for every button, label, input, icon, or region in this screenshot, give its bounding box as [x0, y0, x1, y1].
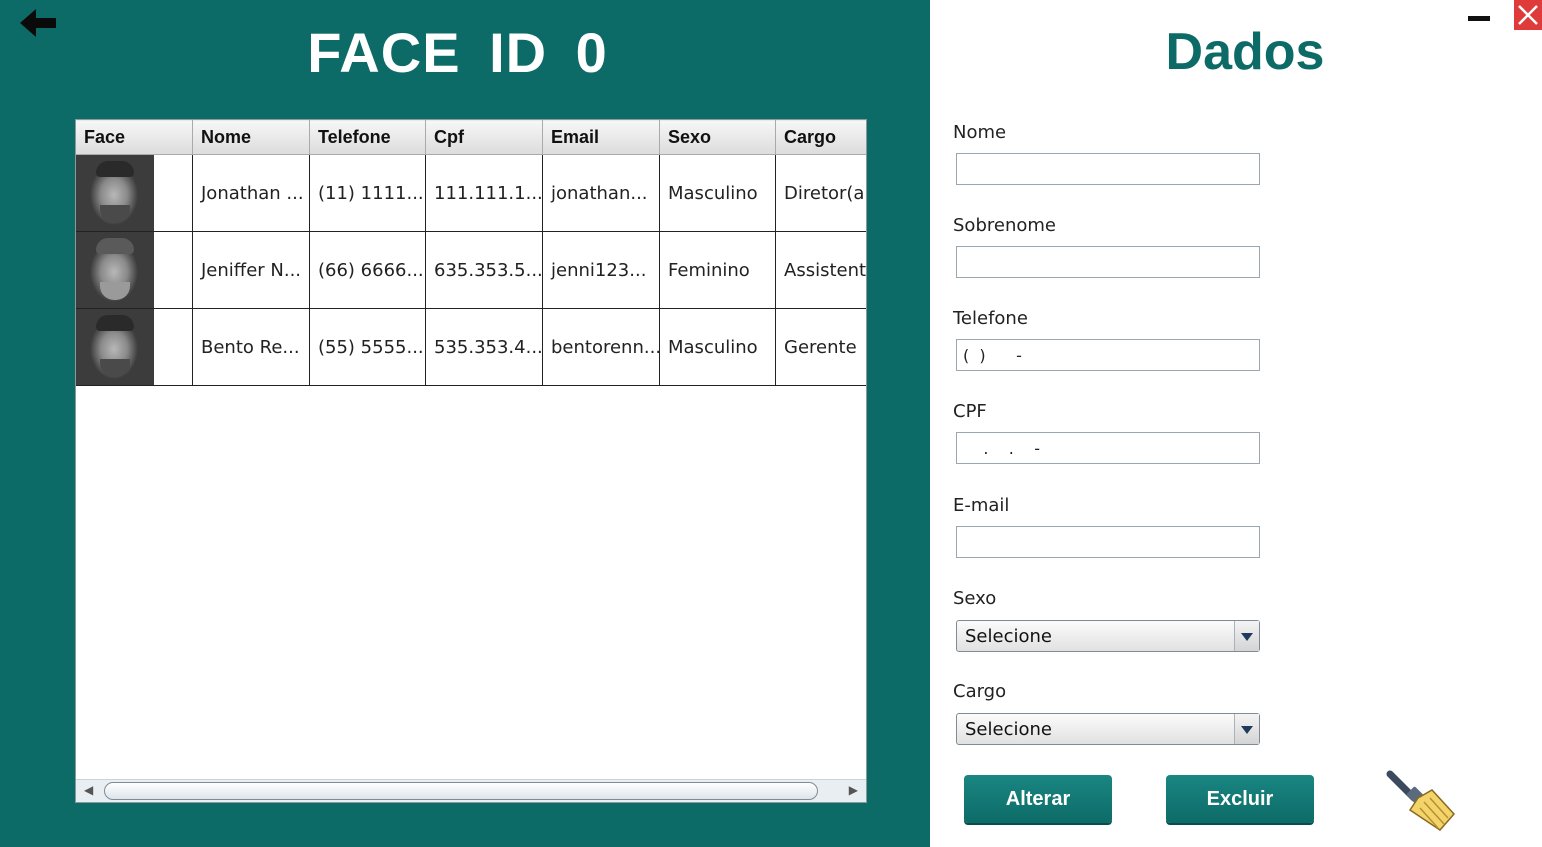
broom-icon[interactable] — [1384, 768, 1458, 832]
users-table[interactable]: Face Nome Telefone Cpf Email Sexo Cargo … — [75, 119, 867, 803]
cell-nome: Jonathan ... — [192, 154, 310, 232]
cell-cpf: 111.111.1... — [425, 154, 543, 232]
cell-cpf: 635.353.5... — [425, 231, 543, 309]
label-nome: Nome — [953, 122, 1007, 143]
close-icon[interactable] — [1514, 0, 1542, 30]
label-cpf: CPF — [953, 401, 987, 422]
column-header-cpf[interactable]: Cpf — [425, 120, 543, 155]
scroll-right-icon[interactable]: ▶ — [849, 783, 858, 797]
cell-nome: Bento Re... — [192, 308, 310, 386]
telefone-input[interactable] — [956, 339, 1260, 371]
column-header-sexo[interactable]: Sexo — [659, 120, 776, 155]
email-input[interactable] — [956, 526, 1260, 558]
cell-telefone: (55) 5555... — [309, 308, 426, 386]
cell-cargo: Assistente — [775, 231, 866, 309]
column-header-telefone[interactable]: Telefone — [309, 120, 426, 155]
face-cell — [76, 154, 193, 232]
cell-sexo: Feminino — [659, 231, 776, 309]
sexo-selected-value: Selecione — [965, 626, 1052, 647]
cell-cargo: Diretor(a) — [775, 154, 866, 232]
cell-nome: Jeniffer N... — [192, 231, 310, 309]
cell-cpf: 535.353.4... — [425, 308, 543, 386]
chevron-down-icon[interactable] — [1234, 714, 1259, 744]
cell-telefone: (66) 6666... — [309, 231, 426, 309]
chevron-down-icon[interactable] — [1234, 621, 1259, 651]
label-telefone: Telefone — [953, 308, 1028, 329]
scrollbar-thumb[interactable] — [104, 782, 818, 800]
face-cell — [76, 231, 193, 309]
left-panel: FACE ID 0 Face Nome Telefone Cpf Email S… — [0, 0, 930, 847]
label-email: E-mail — [953, 495, 1010, 516]
label-cargo: Cargo — [953, 681, 1007, 702]
form-title: Dados — [1165, 23, 1325, 81]
cell-sexo: Masculino — [659, 154, 776, 232]
app-title: FACE ID 0 — [307, 21, 608, 84]
label-sobrenome: Sobrenome — [953, 215, 1056, 236]
column-header-nome[interactable]: Nome — [192, 120, 310, 155]
excluir-button[interactable]: Excluir — [1166, 775, 1314, 823]
table-header-row: Face Nome Telefone Cpf Email Sexo Cargo — [76, 120, 866, 155]
cell-telefone: (11) 1111... — [309, 154, 426, 232]
column-header-email[interactable]: Email — [542, 120, 660, 155]
label-sexo: Sexo — [953, 588, 997, 609]
cell-email: jonathan... — [542, 154, 660, 232]
scroll-left-icon[interactable]: ◀ — [84, 783, 93, 797]
cell-email: bentorenn... — [542, 308, 660, 386]
sobrenome-input[interactable] — [956, 246, 1260, 278]
face-photo — [76, 155, 154, 231]
face-photo — [76, 232, 154, 308]
table-row[interactable]: Jonathan ... (11) 1111... 111.111.1... j… — [76, 154, 866, 232]
cell-email: jenni123... — [542, 231, 660, 309]
cell-cargo: Gerente — [775, 308, 866, 386]
face-cell — [76, 308, 193, 386]
sexo-select[interactable]: Selecione — [956, 620, 1260, 652]
column-header-cargo[interactable]: Cargo — [775, 120, 866, 155]
cell-sexo: Masculino — [659, 308, 776, 386]
cargo-selected-value: Selecione — [965, 719, 1052, 740]
minimize-icon[interactable] — [1468, 6, 1490, 28]
nome-input[interactable] — [956, 153, 1260, 185]
table-row[interactable]: Bento Re... (55) 5555... 535.353.4... be… — [76, 308, 866, 386]
table-row[interactable]: Jeniffer N... (66) 6666... 635.353.5... … — [76, 231, 866, 309]
alterar-button[interactable]: Alterar — [964, 775, 1112, 823]
column-header-face[interactable]: Face — [76, 120, 193, 155]
face-photo — [76, 309, 154, 385]
cpf-input[interactable] — [956, 432, 1260, 464]
cargo-select[interactable]: Selecione — [956, 713, 1260, 745]
horizontal-scrollbar[interactable]: ◀ ▶ — [76, 779, 866, 802]
